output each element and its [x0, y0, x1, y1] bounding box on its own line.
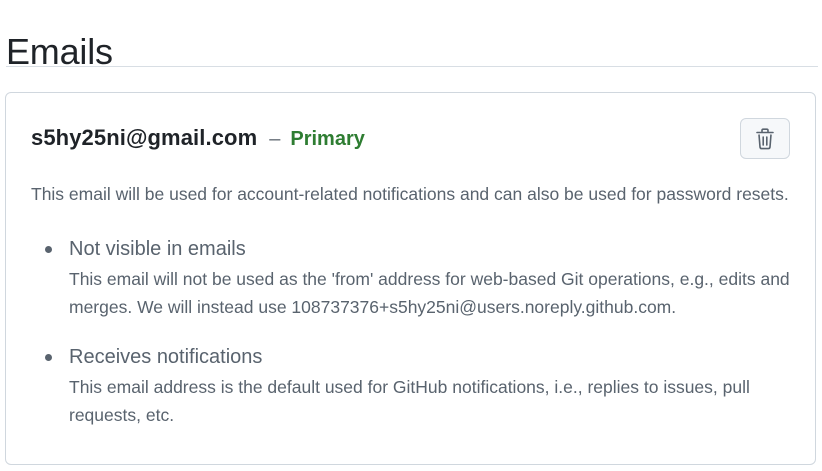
property-title: Not visible in emails — [69, 238, 246, 260]
bullet-icon — [45, 246, 52, 253]
email-properties-list: Not visible in emails This email will no… — [31, 233, 801, 449]
page-title: Emails — [6, 31, 113, 73]
property-receives-notifications: Receives notifications This email addres… — [31, 341, 801, 429]
email-header: s5hy25ni@gmail.com – Primary — [31, 125, 365, 151]
property-title: Receives notifications — [69, 346, 263, 368]
property-description: This email address is the default used f… — [69, 377, 750, 425]
bullet-icon — [45, 354, 52, 361]
delete-email-button[interactable] — [740, 118, 790, 159]
title-divider — [6, 66, 818, 67]
email-description: This email will be used for account-rela… — [31, 183, 789, 204]
primary-badge: Primary — [290, 128, 365, 150]
email-address: s5hy25ni@gmail.com — [31, 125, 258, 150]
trash-icon — [755, 127, 775, 150]
property-description: This email will not be used as the 'from… — [69, 269, 790, 317]
email-card: s5hy25ni@gmail.com – Primary This email … — [5, 92, 816, 465]
property-not-visible: Not visible in emails This email will no… — [31, 233, 801, 321]
emails-settings-page: Emails s5hy25ni@gmail.com – Primary This… — [0, 0, 822, 471]
email-separator: – — [269, 128, 281, 150]
